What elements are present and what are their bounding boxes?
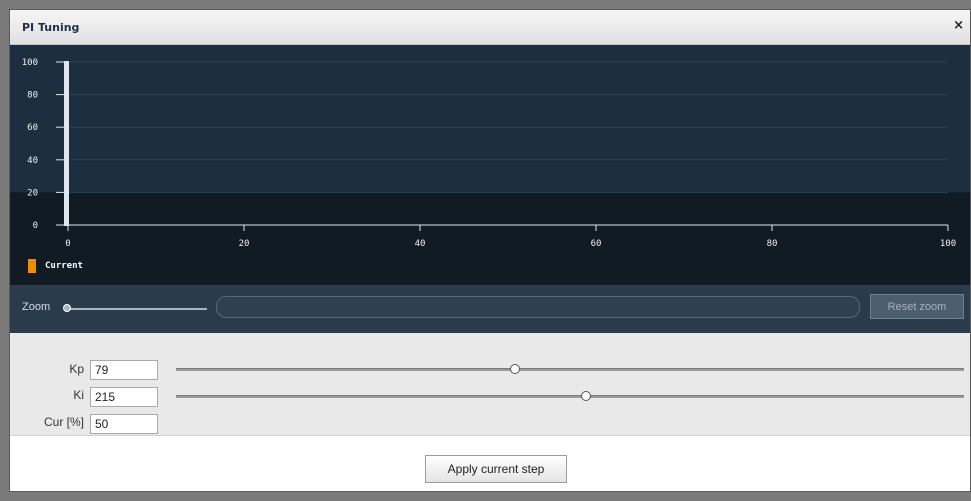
- y-tick-label-80: 80: [27, 91, 38, 101]
- chart-svg: 0 20 40 60 80 100 0 20 40 60 80 100: [10, 45, 970, 249]
- y-tick-label-20: 20: [27, 188, 38, 198]
- ki-input[interactable]: 215: [90, 387, 158, 407]
- x-tick-label-80: 80: [767, 239, 778, 249]
- y-tick-label-0: 0: [33, 221, 38, 231]
- chart-legend[interactable]: Current: [28, 259, 83, 273]
- ki-slider-handle[interactable]: [580, 391, 591, 401]
- x-tick-label-100: 100: [940, 239, 956, 249]
- dialog-titlebar[interactable]: PI Tuning ×: [10, 10, 970, 45]
- close-icon[interactable]: ×: [953, 18, 964, 33]
- zoom-range-selector[interactable]: [216, 296, 860, 318]
- kp-input[interactable]: 79: [90, 360, 158, 380]
- kp-label: Kp: [69, 362, 84, 376]
- parameters-panel: Kp 79 Ki 215 Cur [%] 50: [10, 333, 970, 436]
- x-tick-label-40: 40: [415, 239, 426, 249]
- chart-area: 0 20 40 60 80 100 0 20 40 60 80 100 Current: [10, 45, 970, 285]
- y-tick-label-60: 60: [27, 123, 38, 133]
- legend-swatch: [28, 259, 36, 273]
- plot-band: [10, 45, 970, 193]
- legend-label-current: Current: [45, 261, 83, 271]
- zoom-slider-track[interactable]: [67, 308, 207, 310]
- cur-label: Cur [%]: [43, 415, 84, 429]
- cur-input[interactable]: 50: [90, 414, 158, 434]
- y-tick-label-100: 100: [22, 58, 38, 68]
- ki-slider-track[interactable]: [176, 395, 964, 398]
- reset-zoom-button[interactable]: Reset zoom: [870, 294, 964, 319]
- x-tick-label-20: 20: [239, 239, 250, 249]
- y-axis: [64, 61, 69, 226]
- zoom-bar: Zoom Reset zoom: [10, 285, 970, 333]
- zoom-label: Zoom: [22, 301, 51, 313]
- ki-label: Ki: [73, 388, 84, 402]
- x-tick-label-0: 0: [65, 239, 70, 249]
- zoom-slider-handle[interactable]: [63, 304, 71, 312]
- y-tick-label-40: 40: [27, 156, 38, 166]
- pi-tuning-dialog: PI Tuning × 0 20 40 60 80 100 0 20 40 60 80 100 Cur…: [9, 9, 971, 492]
- kp-slider-track[interactable]: [176, 368, 964, 371]
- apply-current-step-button[interactable]: Apply current step: [425, 455, 567, 483]
- x-tick-label-60: 60: [591, 239, 602, 249]
- kp-slider-handle[interactable]: [509, 364, 520, 374]
- dialog-title: PI Tuning: [22, 21, 80, 34]
